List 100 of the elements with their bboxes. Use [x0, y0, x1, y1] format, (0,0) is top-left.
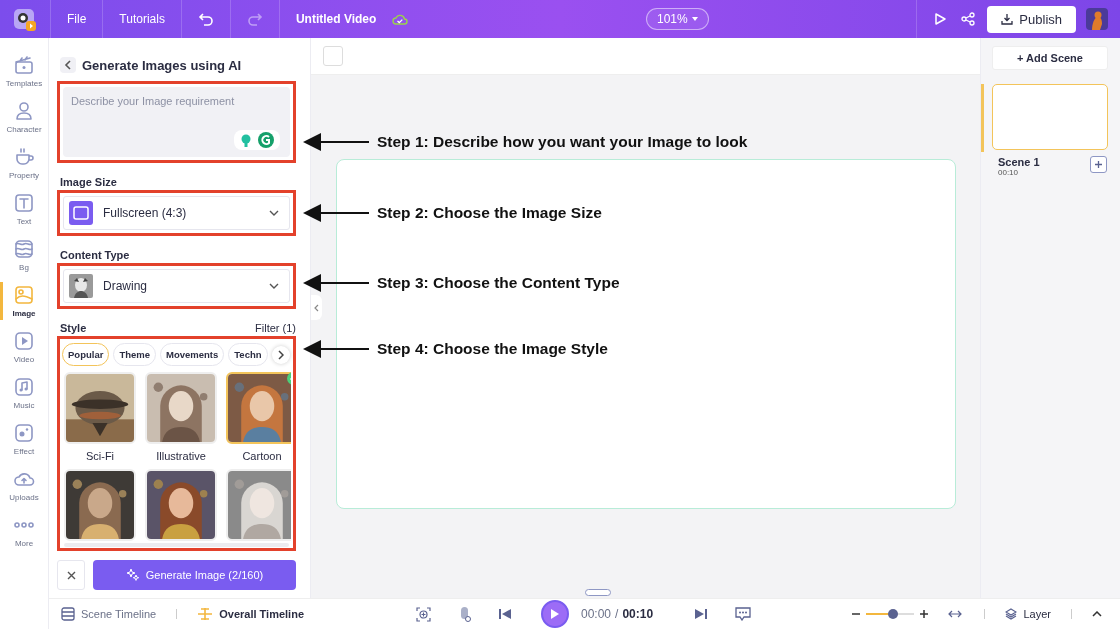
timeline-icon: [61, 607, 75, 621]
zoom-slider-thumb[interactable]: [887, 609, 898, 619]
style-tab[interactable]: Theme: [113, 343, 156, 366]
property-icon: [13, 146, 35, 168]
chevron-down-icon: [269, 283, 279, 289]
total-time: 00:10: [622, 607, 654, 621]
share-icon[interactable]: [961, 12, 976, 26]
current-time: 00:00: [581, 607, 612, 621]
text-icon: [13, 192, 35, 214]
chevron-up-icon[interactable]: [1092, 611, 1102, 617]
play-button[interactable]: [541, 600, 569, 628]
collapse-handle[interactable]: [311, 295, 322, 320]
style-option[interactable]: [143, 468, 219, 542]
sidebar-tab[interactable]: Templates: [0, 52, 49, 90]
step-caption: Step 3: Choose the Content Type: [377, 274, 620, 292]
step-caption: Step 1: Describe how you want your Image to look: [377, 133, 748, 151]
prompt-field[interactable]: Describe your Image requirement: [63, 87, 290, 157]
sidebar-tab[interactable]: Music: [0, 374, 49, 412]
generate-button[interactable]: Generate Image (2/160): [93, 560, 296, 590]
scene-name: Scene 1: [998, 156, 1040, 168]
step-caption: Step 2: Choose the Image Size: [377, 204, 602, 222]
content-type-dropdown[interactable]: Drawing: [63, 269, 290, 303]
skip-forward-icon[interactable]: [695, 608, 708, 620]
style-tab[interactable]: Popular: [62, 343, 110, 366]
sidebar-tab[interactable]: Uploads: [0, 466, 49, 504]
more-icon: [13, 522, 35, 528]
back-button[interactable]: [60, 57, 76, 73]
caret-icon: [691, 17, 698, 21]
layers-icon: [1005, 608, 1018, 620]
sidebar-tab[interactable]: Property: [0, 144, 49, 182]
field-label: Style: [60, 322, 87, 334]
undo-icon[interactable]: [197, 12, 214, 26]
screen-icon: [69, 201, 93, 225]
pointer-arrow: [303, 204, 369, 222]
publish-button[interactable]: Publish: [987, 5, 1076, 33]
time-separator: /: [615, 607, 619, 621]
video-icon: [13, 330, 35, 352]
style-option[interactable]: [62, 468, 138, 542]
effect-icon: [13, 422, 35, 444]
size-dropdown[interactable]: Fullscreen (4:3): [63, 196, 290, 230]
chevron-left-icon: [314, 303, 319, 312]
sidebar-tab[interactable]: Video: [0, 328, 49, 366]
add-scene-button[interactable]: + Add Scene: [992, 46, 1108, 70]
focus-icon[interactable]: [416, 606, 431, 622]
character-icon: [13, 100, 35, 122]
style-tab[interactable]: Movements: [160, 343, 225, 366]
plus-icon: [1094, 160, 1103, 169]
video-title[interactable]: Untitled Video: [295, 12, 377, 26]
resize-handle[interactable]: [585, 589, 611, 596]
bg-icon: [13, 238, 35, 260]
menu-item[interactable]: Tutorials: [103, 12, 181, 26]
style-label: Sci-Fi: [85, 450, 115, 462]
close-icon: [66, 570, 76, 580]
sidebar-tab[interactable]: More: [0, 512, 49, 550]
play-icon[interactable]: [933, 12, 948, 26]
captions-icon[interactable]: [735, 607, 752, 621]
scene-duration: 00:10: [998, 168, 1019, 177]
music-icon: [13, 376, 35, 398]
add-button[interactable]: [1090, 156, 1107, 173]
field-label: Content Type: [60, 249, 131, 261]
sidebar-tab[interactable]: Character: [0, 98, 49, 136]
sparkle-icon: [125, 568, 140, 582]
pointer-arrow: [303, 340, 369, 358]
sidebar-tab[interactable]: Image: [0, 282, 49, 320]
zoom-out-icon[interactable]: [852, 610, 861, 618]
step-caption: Step 4: Choose the Image Style: [377, 340, 608, 358]
next-button[interactable]: [271, 345, 290, 364]
timeline-icon: [197, 607, 214, 621]
templates-icon: [13, 54, 35, 76]
sidebar-tab[interactable]: Bg: [0, 236, 49, 274]
style-label: Illustrative: [156, 450, 206, 462]
pointer-arrow: [303, 274, 369, 292]
sidebar-tab[interactable]: Effect: [0, 420, 49, 458]
timeline-tab[interactable]: Scene Timeline: [61, 607, 157, 621]
avatar[interactable]: [1086, 8, 1108, 30]
microphone-icon[interactable]: [459, 606, 471, 622]
fit-width-icon[interactable]: [948, 610, 963, 618]
image-icon: [13, 284, 35, 306]
cloud-check-icon: [392, 13, 409, 25]
menu-item[interactable]: File: [51, 12, 103, 26]
zoom-dropdown[interactable]: 101%: [646, 8, 709, 30]
skip-back-icon[interactable]: [499, 608, 511, 620]
scene-thumbnail[interactable]: [992, 84, 1108, 150]
panel-title: Generate Images using AI: [82, 57, 242, 73]
filter-link[interactable]: Filter (1): [255, 322, 296, 334]
play-icon: [550, 608, 560, 620]
chevron-down-icon: [269, 210, 279, 216]
layer-button[interactable]: Layer: [1005, 608, 1051, 620]
selection-bar: [981, 84, 984, 152]
field-label: Image Size: [60, 176, 118, 188]
sidebar-tab[interactable]: Text: [0, 190, 49, 228]
pointer-arrow: [303, 133, 369, 151]
chevron-left-icon: [64, 60, 72, 70]
timeline-tab[interactable]: Overall Timeline: [197, 607, 304, 621]
style-tab[interactable]: Techn: [228, 343, 268, 366]
style-label: Cartoon: [242, 450, 282, 462]
download-icon: [1001, 13, 1014, 25]
zoom-in-icon[interactable]: [920, 610, 929, 618]
chevron-right-icon: [277, 349, 284, 360]
dog-drawing-icon: [69, 274, 93, 298]
